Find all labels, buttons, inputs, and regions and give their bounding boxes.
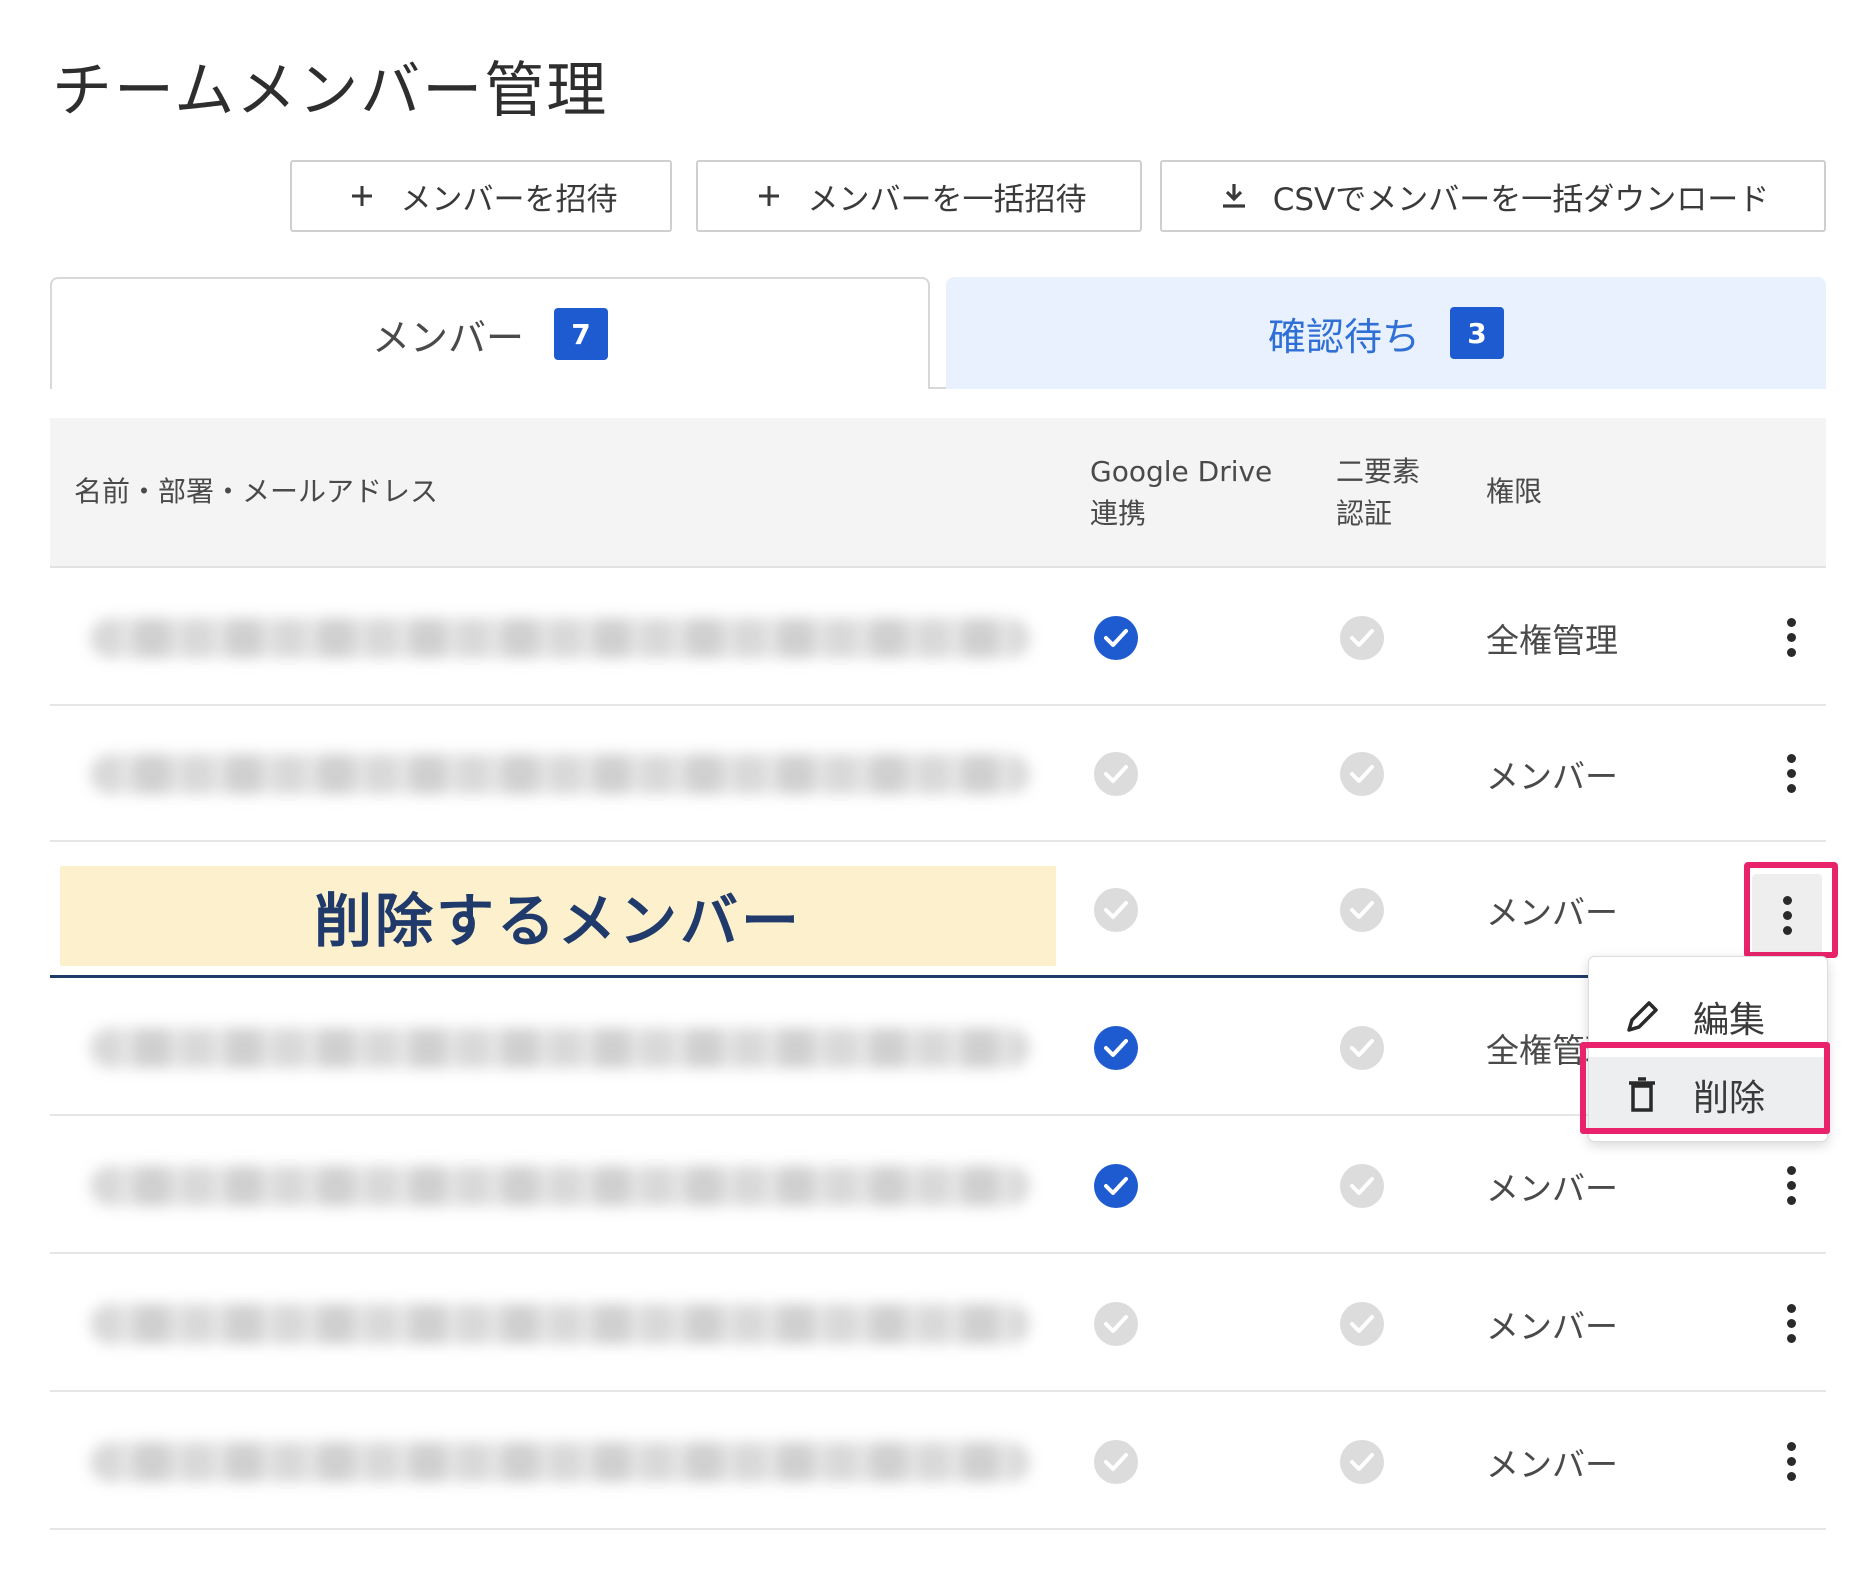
- table-row: 全権管理: [50, 978, 1826, 1116]
- plus-icon: [345, 179, 379, 213]
- header-two-factor: 二要素 認証: [1336, 451, 1420, 535]
- row-actions-kebab[interactable]: [1766, 1430, 1816, 1492]
- twofa-status-check-icon: [1340, 616, 1384, 660]
- tab-divider: [928, 387, 946, 389]
- header-name: 名前・部署・メールアドレス: [74, 475, 439, 508]
- pending-count-badge: 3: [1450, 307, 1504, 359]
- csv-download-label: CSVでメンバーを一括ダウンロード: [1272, 181, 1770, 218]
- role-label: メンバー: [1486, 757, 1618, 796]
- drive-status-check-icon: [1094, 1164, 1138, 1208]
- header-two-factor-line2: 認証: [1336, 497, 1393, 530]
- tab-members-label: メンバー: [371, 315, 524, 360]
- table-row: メンバー: [50, 1254, 1826, 1392]
- twofa-status-check-icon: [1340, 752, 1384, 796]
- row-actions-kebab[interactable]: [1766, 1292, 1816, 1354]
- twofa-status-check-icon: [1340, 1302, 1384, 1346]
- blurred-member-info: [90, 754, 1030, 794]
- delete-member-annotation: 削除するメンバー: [60, 866, 1056, 966]
- table-row: 全権管理: [50, 568, 1826, 706]
- download-icon: [1217, 179, 1251, 213]
- header-two-factor-line1: 二要素: [1336, 455, 1421, 488]
- kebab-dot: [1786, 1441, 1796, 1451]
- kebab-dot: [1786, 1456, 1796, 1466]
- tab-pending[interactable]: 確認待ち 3: [946, 277, 1826, 389]
- blurred-member-info: [90, 618, 1030, 658]
- page-title: チームメンバー管理: [52, 56, 609, 126]
- role-label: メンバー: [1486, 1307, 1618, 1346]
- kebab-dot: [1786, 1471, 1796, 1481]
- kebab-dot: [1786, 783, 1796, 793]
- drive-status-check-icon: [1094, 616, 1138, 660]
- kebab-dot: [1786, 647, 1796, 657]
- blurred-member-info: [90, 1442, 1030, 1482]
- bulk-invite-label: メンバーを一括招待: [807, 181, 1087, 218]
- tab-members[interactable]: メンバー 7: [50, 277, 930, 389]
- table-header: 名前・部署・メールアドレス Google Drive 連携 二要素 認証 権限: [50, 418, 1826, 568]
- twofa-status-check-icon: [1340, 1440, 1384, 1484]
- row-actions-kebab[interactable]: [1766, 1154, 1816, 1216]
- menu-item-edit-label: 編集: [1693, 1000, 1766, 1041]
- invite-member-button[interactable]: メンバーを招待: [290, 160, 672, 232]
- header-role: 権限: [1486, 475, 1543, 508]
- csv-download-button[interactable]: CSVでメンバーを一括ダウンロード: [1160, 160, 1826, 232]
- delete-highlight-box: [1580, 1042, 1830, 1134]
- invite-member-label: メンバーを招待: [400, 181, 618, 218]
- row-actions-kebab[interactable]: [1766, 606, 1816, 668]
- role-label: メンバー: [1486, 1169, 1618, 1208]
- kebab-dot: [1786, 1165, 1796, 1175]
- twofa-status-check-icon: [1340, 888, 1384, 932]
- twofa-status-check-icon: [1340, 1164, 1384, 1208]
- header-google-drive-line2: 連携: [1090, 497, 1147, 530]
- blurred-member-info: [90, 1028, 1030, 1068]
- blurred-member-info: [90, 1166, 1030, 1206]
- drive-status-check-icon: [1094, 1302, 1138, 1346]
- tab-pending-label: 確認待ち: [1267, 314, 1420, 359]
- kebab-dot: [1786, 1303, 1796, 1313]
- drive-status-check-icon: [1094, 1026, 1138, 1070]
- kebab-dot: [1786, 632, 1796, 642]
- bulk-invite-button[interactable]: メンバーを一括招待: [696, 160, 1142, 232]
- table-row: メンバー: [50, 1392, 1826, 1530]
- table-row: メンバー: [50, 704, 1826, 842]
- row-actions-kebab[interactable]: [1766, 742, 1816, 804]
- kebab-dot: [1786, 1195, 1796, 1205]
- drive-status-check-icon: [1094, 1440, 1138, 1484]
- plus-icon: [752, 179, 786, 213]
- kebab-dot: [1786, 1180, 1796, 1190]
- kebab-dot: [1786, 753, 1796, 763]
- blurred-member-info: [90, 1304, 1030, 1344]
- table-row: メンバー: [50, 1116, 1826, 1254]
- kebab-dot: [1786, 617, 1796, 627]
- kebab-dot: [1786, 768, 1796, 778]
- role-label: メンバー: [1486, 893, 1618, 932]
- role-label: 全権管理: [1486, 621, 1618, 660]
- header-google-drive-line1: Google Drive: [1090, 455, 1273, 488]
- drive-status-check-icon: [1094, 888, 1138, 932]
- kebab-highlight-box: [1744, 862, 1838, 958]
- members-count-badge: 7: [554, 308, 608, 360]
- kebab-dot: [1786, 1318, 1796, 1328]
- role-label: メンバー: [1486, 1445, 1618, 1484]
- kebab-dot: [1786, 1333, 1796, 1343]
- pencil-icon: [1621, 996, 1663, 1038]
- header-google-drive: Google Drive 連携: [1090, 451, 1272, 535]
- twofa-status-check-icon: [1340, 1026, 1384, 1070]
- drive-status-check-icon: [1094, 752, 1138, 796]
